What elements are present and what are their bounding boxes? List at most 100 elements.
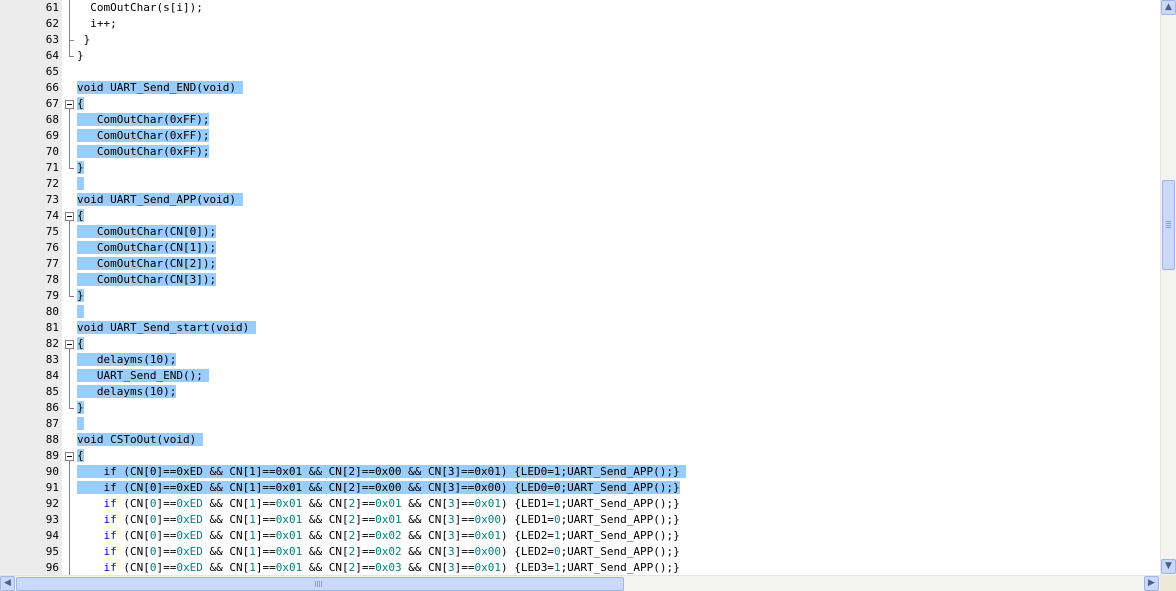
scroll-down-button[interactable]: ▼ [1161, 559, 1176, 574]
code-line[interactable]: } [77, 160, 84, 176]
code-token: ]== [355, 561, 376, 574]
number-token: 0x02 [375, 529, 402, 542]
vertical-scroll-thumb[interactable] [1162, 180, 1175, 270]
code-text: if (CN[0]==0xED && CN[1]==0x01 && CN[2]=… [104, 561, 680, 574]
code-line[interactable]: ComOutChar(CN[0]); [77, 224, 217, 240]
number-token: 3 [447, 497, 455, 510]
code-line[interactable]: } [77, 48, 84, 64]
code-token: ;UART_Send_APP();} [560, 529, 680, 542]
code-line[interactable]: if (CN[0]==0xED && CN[1]==0x01 && CN[2]=… [77, 560, 680, 575]
keyword-token: if [103, 497, 117, 510]
code-token: ;UART_Send_APP();} [560, 561, 680, 574]
scrollbar-corner [1160, 575, 1176, 591]
fold-end-marker [69, 408, 74, 409]
line-number: 76 [45, 241, 59, 254]
line-number: 65 [45, 65, 59, 78]
code-text: } [77, 49, 84, 62]
fold-line [69, 461, 70, 575]
line-number: 94 [45, 529, 59, 542]
line-number: 75 [45, 225, 59, 238]
scroll-left-button[interactable]: ◀ [0, 576, 15, 591]
collapse-icon[interactable] [65, 452, 74, 461]
code-line[interactable]: ComOutChar(s[i]); [77, 0, 203, 16]
code-line[interactable]: if (CN[0]==0xED && CN[1]==0x01 && CN[2]=… [77, 512, 680, 528]
code-line[interactable]: ComOutChar(CN[1]); [77, 240, 217, 256]
code-line[interactable]: if (CN[0]==0xED && CN[1]==0x01 && CN[2]=… [77, 480, 680, 496]
code-line[interactable]: ComOutChar(CN[2]); [77, 256, 217, 272]
scroll-up-button[interactable]: ▲ [1161, 0, 1176, 15]
code-token: { [77, 97, 84, 110]
line-number: 93 [45, 513, 59, 526]
number-token: 3 [447, 545, 455, 558]
code-editor[interactable]: 61 62 63 64 65 66 67 68 69 70 71 72 73 74 75 76 77 78 79 80… [0, 0, 1160, 575]
number-token: 1 [553, 497, 561, 510]
fold-line [69, 221, 70, 296]
horizontal-scroll-thumb[interactable] [16, 577, 624, 591]
code-token: ]== [156, 529, 177, 542]
number-token: 0x01 [275, 561, 303, 574]
code-line[interactable]: delayms(10); [77, 384, 177, 400]
code-line[interactable]: void UART_Send_END(void) [77, 80, 243, 96]
vertical-scrollbar[interactable]: ▲ ▼ [1160, 0, 1176, 575]
code-token: ;UART_Send_APP();} [560, 513, 680, 526]
collapse-icon[interactable] [65, 100, 74, 109]
code-line[interactable] [77, 176, 84, 192]
code-line[interactable]: { [77, 96, 84, 112]
code-line[interactable]: if (CN[0]==0xED && CN[1]==0x01 && CN[2]=… [77, 544, 680, 560]
number-token: 0 [149, 529, 157, 542]
line-number: 70 [45, 145, 59, 158]
number-token: 0x01 [474, 561, 501, 574]
code-line[interactable]: { [77, 448, 84, 464]
line-number: 68 [45, 113, 59, 126]
selected-text: { [77, 97, 84, 110]
code-token: ]== [454, 529, 475, 542]
arrow-up-icon: ▲ [1165, 2, 1172, 12]
code-line[interactable]: ComOutChar(0xFF); [77, 112, 210, 128]
line-number: 88 [45, 433, 59, 446]
code-line[interactable]: } [77, 400, 84, 416]
code-line[interactable]: void CSToOut(void) [77, 432, 203, 448]
line-number: 89 [45, 449, 59, 462]
code-line[interactable]: } [77, 288, 84, 304]
line-number: 85 [45, 385, 59, 398]
code-token: && CN[ [302, 561, 349, 574]
code-token: ]== [255, 497, 276, 510]
selected-text: delayms(10); [77, 385, 177, 398]
code-token: ]== [156, 497, 177, 510]
code-token: } [77, 49, 84, 62]
code-line[interactable]: { [77, 336, 84, 352]
code-line[interactable] [77, 416, 84, 432]
scroll-right-button[interactable]: ▶ [1144, 576, 1159, 591]
code-line[interactable]: ComOutChar(0xFF); [77, 144, 210, 160]
line-number: 73 [45, 193, 59, 206]
code-line[interactable]: void UART_Send_start(void) [77, 320, 256, 336]
code-line[interactable]: { [77, 208, 84, 224]
code-line[interactable]: if (CN[0]==0xED && CN[1]==0x01 && CN[2]=… [77, 528, 680, 544]
fold-line [69, 349, 70, 408]
line-number: 80 [45, 305, 59, 318]
horizontal-scrollbar[interactable]: ◀ ▶ [0, 575, 1160, 591]
code-token: && CN[ [202, 497, 250, 510]
code-token: ]== [156, 561, 177, 574]
code-token: ]== [156, 513, 177, 526]
collapse-icon[interactable] [65, 212, 74, 221]
code-line[interactable]: } [77, 32, 91, 48]
code-token: && CN[ [401, 529, 448, 542]
line-number: 77 [45, 257, 59, 270]
code-line[interactable]: void UART_Send_APP(void) [77, 192, 243, 208]
collapse-icon[interactable] [65, 340, 74, 349]
code-area[interactable]: ComOutChar(s[i]); i++; }} void UART_Send_… [77, 0, 1160, 575]
code-token: { [77, 449, 84, 462]
code-line[interactable]: ComOutChar(CN[3]); [77, 272, 217, 288]
code-token: } [77, 161, 84, 174]
code-line[interactable]: i++; [77, 16, 117, 32]
code-line[interactable]: ComOutChar(0xFF); [77, 128, 210, 144]
code-line[interactable]: UART_Send_END(); [77, 368, 210, 384]
line-number: 74 [45, 209, 59, 222]
code-line[interactable]: if (CN[0]==0xED && CN[1]==0x01 && CN[2]=… [77, 496, 680, 512]
code-line[interactable]: if (CN[0]==0xED && CN[1]==0x01 && CN[2]=… [77, 464, 687, 480]
code-line[interactable]: delayms(10); [77, 352, 177, 368]
code-line[interactable] [77, 304, 84, 320]
